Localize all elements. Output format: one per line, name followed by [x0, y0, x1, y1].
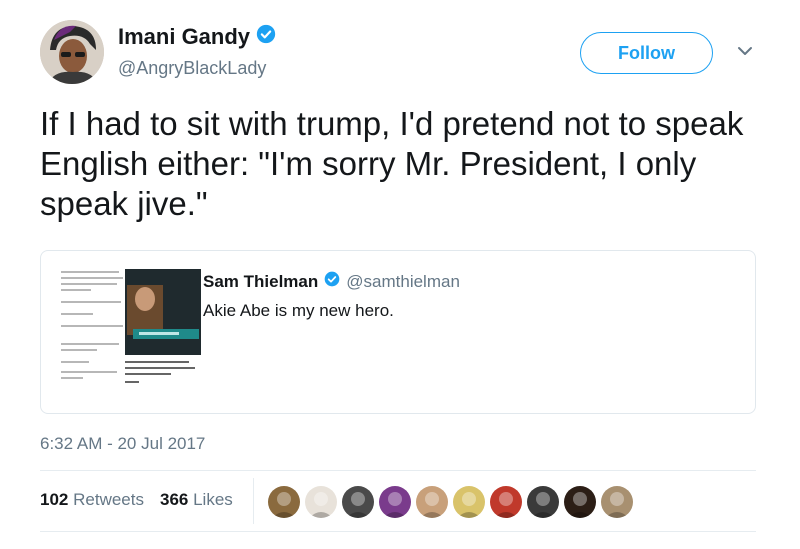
verified-badge-icon: [256, 24, 276, 50]
divider: [40, 531, 756, 532]
retweets-stat[interactable]: 102 Retweets: [40, 490, 144, 510]
stats-separator: [253, 478, 254, 524]
likes-label: Likes: [193, 490, 233, 509]
liker-avatar[interactable]: [527, 486, 559, 518]
liker-avatar[interactable]: [601, 486, 633, 518]
author-handle[interactable]: @AngryBlackLady: [118, 58, 266, 79]
author-avatar[interactable]: [40, 20, 104, 84]
quoted-author-handle[interactable]: @samthielman: [346, 272, 460, 292]
liker-avatars: [268, 486, 633, 518]
follow-button[interactable]: Follow: [580, 32, 713, 74]
quoted-author-row[interactable]: Sam Thielman @samthielman: [203, 271, 460, 292]
quoted-tweet-text: Akie Abe is my new hero.: [203, 301, 394, 320]
liker-avatar[interactable]: [305, 486, 337, 518]
verified-badge-icon: [324, 271, 340, 292]
retweets-count: 102: [40, 490, 69, 509]
quoted-tweet-card[interactable]: Sam Thielman @samthielman Akie Abe is my…: [40, 250, 756, 414]
liker-avatar[interactable]: [268, 486, 300, 518]
author-name-row[interactable]: Imani Gandy: [118, 24, 276, 50]
retweets-label: Retweets: [73, 490, 144, 509]
quoted-author-name[interactable]: Sam Thielman: [203, 272, 318, 292]
tweet-timestamp[interactable]: 6:32 AM - 20 Jul 2017: [40, 434, 205, 454]
chevron-down-icon[interactable]: [736, 42, 754, 60]
liker-avatar[interactable]: [342, 486, 374, 518]
liker-avatar[interactable]: [453, 486, 485, 518]
quoted-tweet-thumbnail: [57, 265, 205, 397]
divider: [40, 470, 756, 471]
liker-avatar[interactable]: [564, 486, 596, 518]
author-name[interactable]: Imani Gandy: [118, 24, 250, 50]
liker-avatar[interactable]: [416, 486, 448, 518]
likes-stat[interactable]: 366 Likes: [160, 490, 233, 510]
likes-count: 366: [159, 490, 189, 509]
tweet-stats: 102 Retweets 366 Likes: [40, 490, 233, 510]
tweet-text: If I had to sit with trump, I'd pretend …: [40, 105, 744, 222]
liker-avatar[interactable]: [379, 486, 411, 518]
liker-avatar[interactable]: [490, 486, 522, 518]
